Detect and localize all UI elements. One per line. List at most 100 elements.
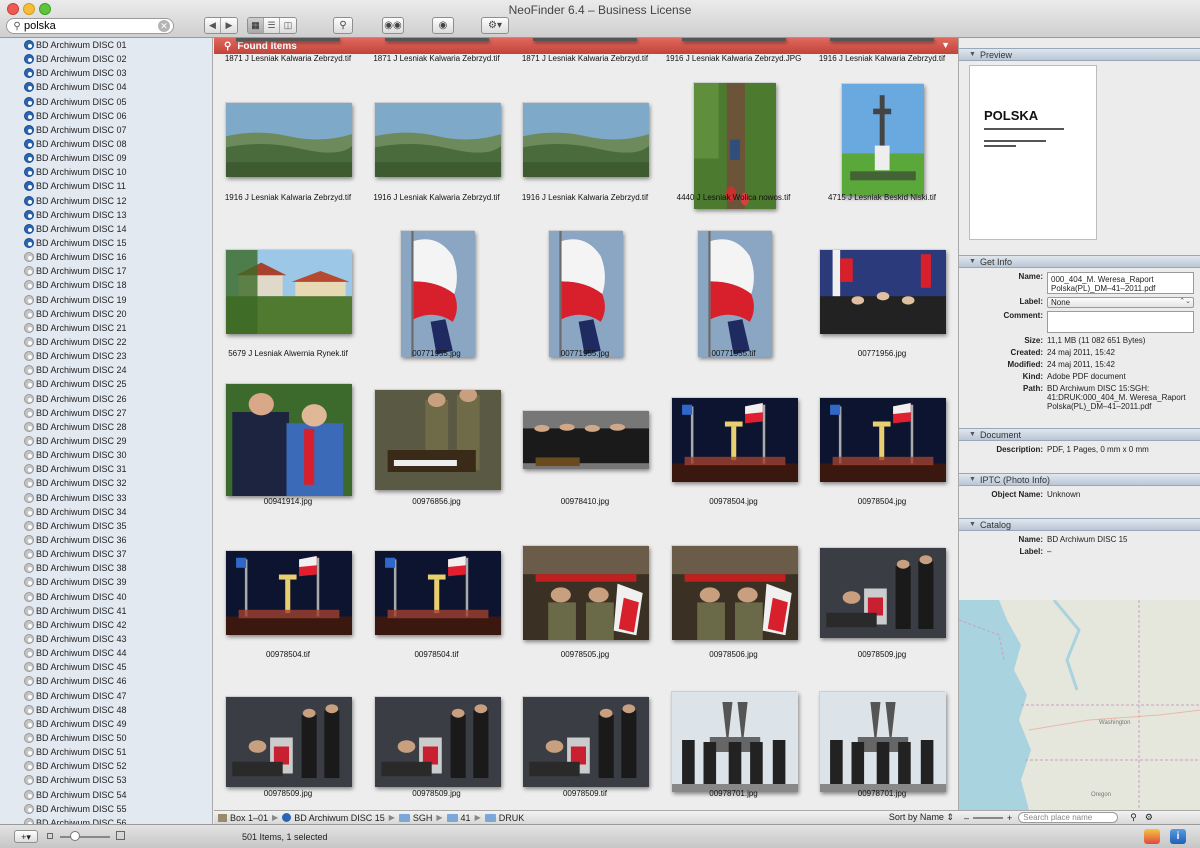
name-field[interactable]: 000_404_M. Weresa_Raport Polska(PL)_DM–4… bbox=[1047, 272, 1194, 294]
sidebar-disc-item[interactable]: BD Archiwum DISC 14 bbox=[0, 222, 212, 236]
sidebar-disc-item[interactable]: BD Archiwum DISC 07 bbox=[0, 123, 212, 137]
preview-panel-header[interactable]: ▼ Preview bbox=[959, 48, 1200, 61]
thumbnail-size-slider[interactable] bbox=[60, 836, 110, 838]
sidebar-disc-item[interactable]: BD Archiwum DISC 04 bbox=[0, 80, 212, 94]
map-gear-icon[interactable]: ⚙ bbox=[1145, 812, 1153, 823]
sidebar-disc-item[interactable]: BD Archiwum DISC 40 bbox=[0, 589, 212, 603]
sidebar-disc-item[interactable]: BD Archiwum DISC 35 bbox=[0, 519, 212, 533]
catalog-panel-header[interactable]: ▼ Catalog bbox=[959, 518, 1200, 531]
photo-thumbnail[interactable] bbox=[548, 230, 623, 357]
photo-thumbnail[interactable] bbox=[819, 248, 946, 334]
sidebar-disc-item[interactable]: BD Archiwum DISC 11 bbox=[0, 179, 212, 193]
map-search-icon[interactable]: ⚲ bbox=[1130, 812, 1137, 823]
photo-thumbnail[interactable] bbox=[373, 387, 501, 490]
sidebar-disc-item[interactable]: BD Archiwum DISC 10 bbox=[0, 165, 212, 179]
sidebar-disc-item[interactable]: BD Archiwum DISC 31 bbox=[0, 462, 212, 476]
photo-thumbnail[interactable] bbox=[373, 549, 501, 635]
comment-field[interactable] bbox=[1047, 311, 1194, 333]
sidebar-disc-item[interactable]: BD Archiwum DISC 20 bbox=[0, 307, 212, 321]
photo-thumbnail[interactable] bbox=[373, 101, 501, 177]
photo-thumbnail[interactable] bbox=[225, 101, 352, 177]
photo-thumbnail[interactable] bbox=[841, 82, 924, 196]
sidebar-disc-item[interactable]: BD Archiwum DISC 55 bbox=[0, 802, 212, 816]
sidebar-disc-item[interactable]: BD Archiwum DISC 49 bbox=[0, 717, 212, 731]
sidebar-disc-item[interactable]: BD Archiwum DISC 22 bbox=[0, 335, 212, 349]
action-menu-button[interactable]: ⚙▾ bbox=[481, 17, 509, 34]
sidebar-disc-item[interactable]: BD Archiwum DISC 46 bbox=[0, 674, 212, 688]
photo-thumbnail[interactable] bbox=[819, 690, 946, 792]
sidebar-disc-item[interactable]: BD Archiwum DISC 43 bbox=[0, 632, 212, 646]
sidebar-disc-item[interactable]: BD Archiwum DISC 12 bbox=[0, 194, 212, 208]
sidebar-disc-item[interactable]: BD Archiwum DISC 30 bbox=[0, 448, 212, 462]
photo-thumbnail[interactable] bbox=[225, 695, 352, 787]
path-segment-druk[interactable]: DRUK bbox=[484, 813, 524, 823]
path-segment-disc[interactable]: BD Archiwum DISC 15 bbox=[282, 813, 385, 823]
photo-thumbnail[interactable] bbox=[696, 230, 772, 357]
sidebar-disc-item[interactable]: BD Archiwum DISC 39 bbox=[0, 575, 212, 589]
icon-view-button[interactable]: ▦ bbox=[248, 18, 264, 33]
sidebar-disc-item[interactable]: BD Archiwum DISC 48 bbox=[0, 703, 212, 717]
photo-thumbnail[interactable] bbox=[670, 396, 798, 482]
location-map[interactable]: Washington Oregon bbox=[958, 600, 1200, 810]
photo-thumbnail[interactable] bbox=[225, 382, 352, 496]
sidebar-disc-item[interactable]: BD Archiwum DISC 32 bbox=[0, 476, 212, 490]
sidebar-disc-item[interactable]: BD Archiwum DISC 36 bbox=[0, 533, 212, 547]
photo-thumbnail[interactable] bbox=[522, 544, 649, 640]
sidebar-disc-item[interactable]: BD Archiwum DISC 34 bbox=[0, 505, 212, 519]
sidebar-disc-item[interactable]: BD Archiwum DISC 47 bbox=[0, 688, 212, 702]
photo-thumbnail[interactable] bbox=[522, 101, 649, 177]
search-input[interactable] bbox=[24, 20, 154, 32]
photo-thumbnail[interactable] bbox=[692, 82, 776, 209]
sidebar-disc-item[interactable]: BD Archiwum DISC 13 bbox=[0, 208, 212, 222]
photo-thumbnail[interactable] bbox=[522, 409, 649, 469]
photo-thumbnail[interactable] bbox=[522, 695, 649, 787]
list-view-button[interactable]: ☰ bbox=[264, 18, 280, 33]
sidebar-disc-item[interactable]: BD Archiwum DISC 19 bbox=[0, 293, 212, 307]
photo-thumbnail[interactable] bbox=[670, 544, 798, 640]
sidebar-disc-item[interactable]: BD Archiwum DISC 08 bbox=[0, 137, 212, 151]
sidebar-disc-item[interactable]: BD Archiwum DISC 23 bbox=[0, 349, 212, 363]
sidebar-disc-item[interactable]: BD Archiwum DISC 50 bbox=[0, 731, 212, 745]
sidebar-disc-item[interactable]: BD Archiwum DISC 06 bbox=[0, 109, 212, 123]
iptc-panel-header[interactable]: ▼ IPTC (Photo Info) bbox=[959, 473, 1200, 486]
sidebar-disc-item[interactable]: BD Archiwum DISC 37 bbox=[0, 547, 212, 561]
sidebar-disc-item[interactable]: BD Archiwum DISC 54 bbox=[0, 787, 212, 801]
path-segment-box[interactable]: Box 1–01 bbox=[218, 813, 268, 823]
sidebar-disc-item[interactable]: BD Archiwum DISC 02 bbox=[0, 52, 212, 66]
sidebar-disc-item[interactable]: BD Archiwum DISC 18 bbox=[0, 278, 212, 292]
sidebar-disc-item[interactable]: BD Archiwum DISC 01 bbox=[0, 38, 212, 52]
sidebar-disc-item[interactable]: BD Archiwum DISC 38 bbox=[0, 561, 212, 575]
photo-thumbnail[interactable] bbox=[819, 546, 946, 638]
sidebar-disc-item[interactable]: BD Archiwum DISC 42 bbox=[0, 618, 212, 632]
sidebar-disc-item[interactable]: BD Archiwum DISC 29 bbox=[0, 434, 212, 448]
path-segment-sgh[interactable]: SGH bbox=[398, 813, 432, 823]
get-info-panel-header[interactable]: ▼ Get Info bbox=[959, 255, 1200, 268]
sidebar-disc-item[interactable]: BD Archiwum DISC 16 bbox=[0, 250, 212, 264]
sidebar-disc-item[interactable]: BD Archiwum DISC 28 bbox=[0, 420, 212, 434]
sidebar-disc-item[interactable]: BD Archiwum DISC 21 bbox=[0, 321, 212, 335]
column-view-button[interactable]: ◫ bbox=[280, 18, 296, 33]
photo-thumbnail[interactable] bbox=[399, 230, 475, 357]
sidebar-disc-item[interactable]: BD Archiwum DISC 44 bbox=[0, 646, 212, 660]
sidebar-disc-item[interactable]: BD Archiwum DISC 17 bbox=[0, 264, 212, 278]
disclosure-triangle-icon[interactable]: ▼ bbox=[941, 40, 950, 50]
document-panel-header[interactable]: ▼ Document bbox=[959, 428, 1200, 441]
add-catalog-button[interactable]: +▾ bbox=[14, 830, 38, 843]
photo-thumbnail[interactable] bbox=[819, 396, 946, 482]
search-field[interactable]: ⚲ ✕ bbox=[6, 18, 174, 34]
zoom-in-button[interactable]: + bbox=[1007, 813, 1012, 823]
map-toggle-button[interactable] bbox=[1144, 829, 1160, 844]
sidebar-disc-item[interactable]: BD Archiwum DISC 51 bbox=[0, 745, 212, 759]
photo-thumbnail[interactable] bbox=[225, 248, 352, 334]
sidebar-disc-item[interactable]: BD Archiwum DISC 26 bbox=[0, 392, 212, 406]
forward-button[interactable]: ▶ bbox=[221, 18, 237, 33]
label-select[interactable]: None bbox=[1047, 297, 1194, 308]
sort-by-menu[interactable]: Sort by Name ⇕ bbox=[889, 812, 954, 823]
sidebar-disc-item[interactable]: BD Archiwum DISC 41 bbox=[0, 604, 212, 618]
photo-thumbnail[interactable] bbox=[225, 549, 352, 635]
sidebar-disc-item[interactable]: BD Archiwum DISC 53 bbox=[0, 773, 212, 787]
sidebar-disc-item[interactable]: BD Archiwum DISC 56 bbox=[0, 816, 212, 824]
find-button[interactable]: ⚲ bbox=[333, 17, 353, 34]
photo-thumbnail[interactable] bbox=[670, 690, 798, 792]
photo-thumbnail[interactable] bbox=[373, 695, 501, 787]
